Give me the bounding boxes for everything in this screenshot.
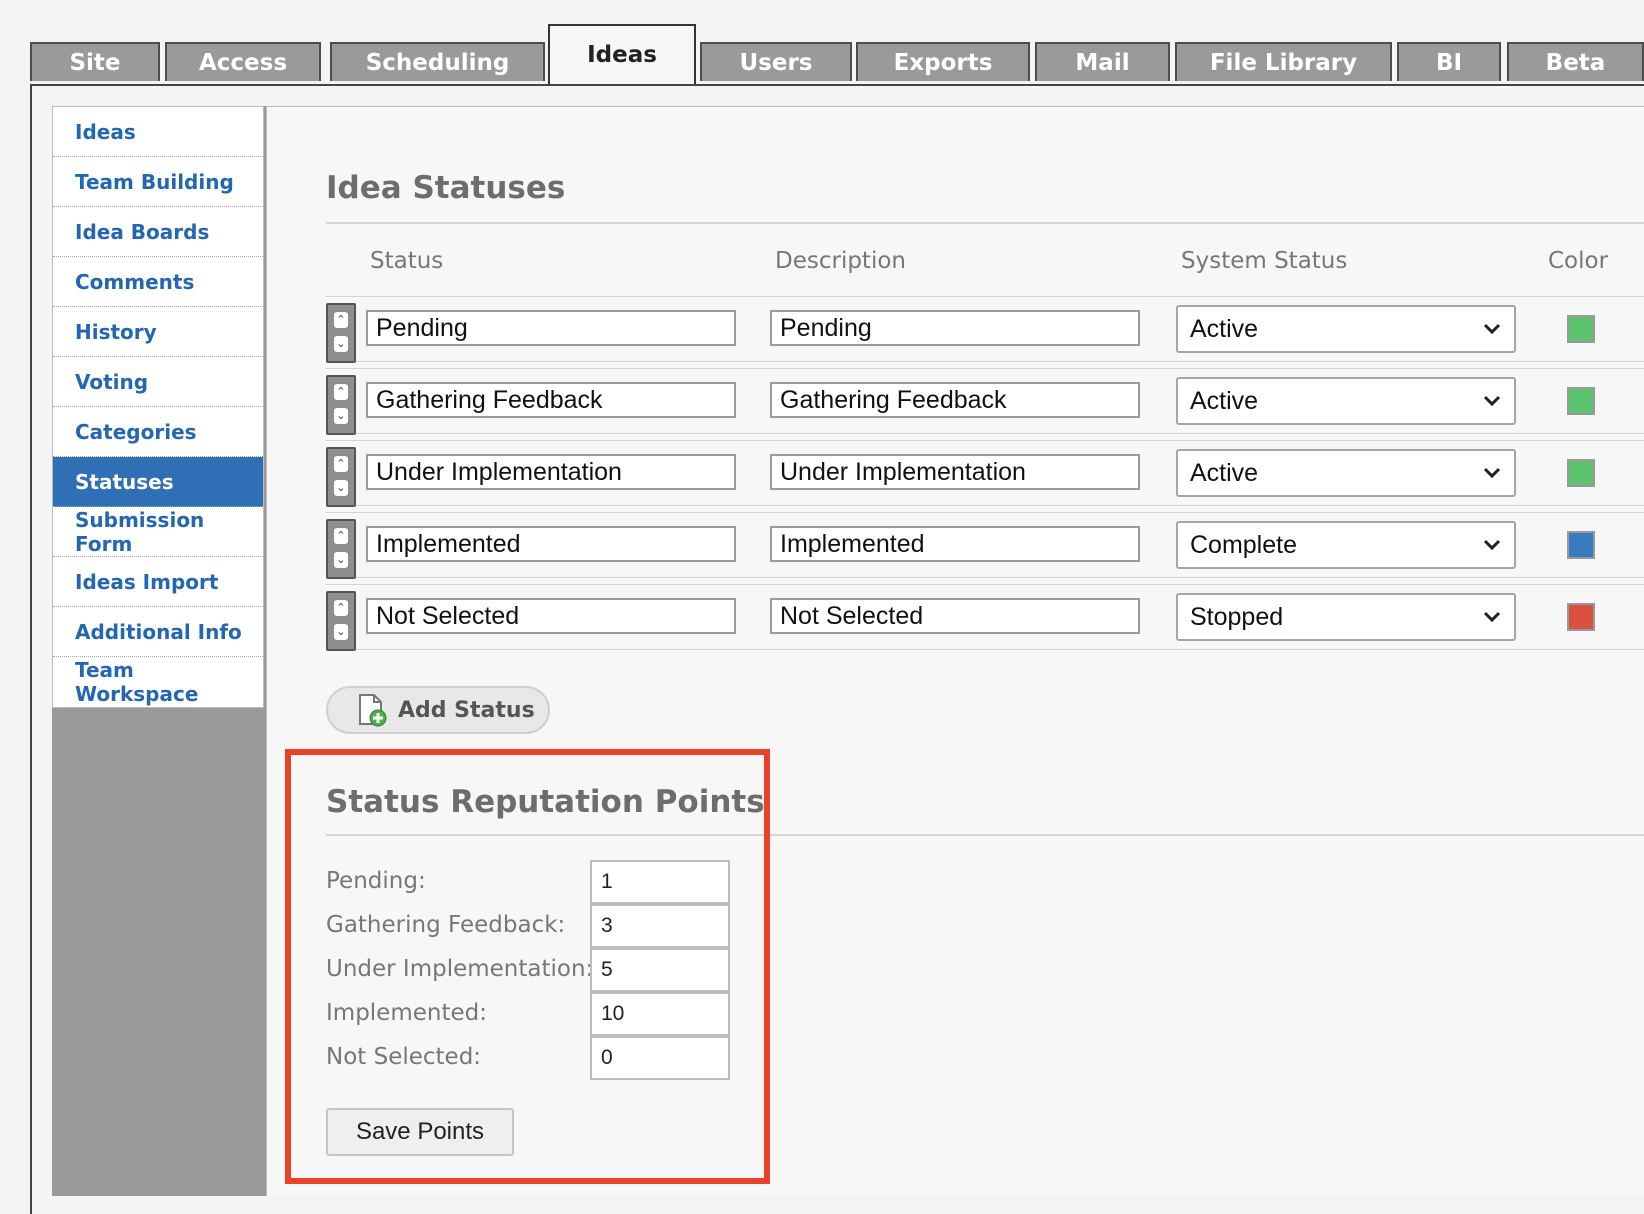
add-status-button[interactable]: Add Status <box>326 686 550 734</box>
move-down-icon[interactable]: ⌄ <box>334 408 348 424</box>
color-swatch[interactable] <box>1567 603 1595 631</box>
sidebar-item-ideas-import[interactable]: Ideas Import <box>53 557 263 607</box>
status-row: ⌃ ⌄ Under Implementation Under Implementa… <box>326 440 1644 507</box>
tab-site[interactable]: Site <box>30 42 160 81</box>
system-status-select[interactable]: Active <box>1176 449 1516 497</box>
status-row: ⌃ ⌄ Pending Pending Active <box>326 296 1644 363</box>
sidebar-item-comments[interactable]: Comments <box>53 257 263 307</box>
move-down-icon[interactable]: ⌄ <box>334 480 348 496</box>
move-up-icon[interactable]: ⌃ <box>334 528 348 544</box>
chevron-down-icon <box>1483 611 1501 623</box>
tab-scheduling[interactable]: Scheduling <box>330 42 545 81</box>
status-name-input[interactable]: Under Implementation <box>366 454 736 490</box>
tab-bi[interactable]: BI <box>1397 42 1501 81</box>
drag-handle[interactable]: ⌃ ⌄ <box>326 375 356 435</box>
system-status-value: Active <box>1190 315 1259 343</box>
highlight-box <box>285 749 770 1184</box>
drag-handle[interactable]: ⌃ ⌄ <box>326 591 356 651</box>
sidebar-item-categories[interactable]: Categories <box>53 407 263 457</box>
move-down-icon[interactable]: ⌄ <box>334 624 348 640</box>
status-name-input[interactable]: Not Selected <box>366 598 736 634</box>
tab-access[interactable]: Access <box>165 42 321 81</box>
sidebar-item-history[interactable]: History <box>53 307 263 357</box>
system-status-value: Complete <box>1190 531 1297 559</box>
tab-users[interactable]: Users <box>700 42 852 81</box>
color-swatch[interactable] <box>1567 459 1595 487</box>
move-up-icon[interactable]: ⌃ <box>334 384 348 400</box>
color-swatch[interactable] <box>1567 387 1595 415</box>
sidebar-item-ideas[interactable]: Ideas <box>53 107 263 157</box>
sidebar-item-additional-info[interactable]: Additional Info <box>53 607 263 657</box>
system-status-select[interactable]: Active <box>1176 305 1516 353</box>
move-down-icon[interactable]: ⌄ <box>334 552 348 568</box>
column-header-status: Status <box>370 248 444 274</box>
move-up-icon[interactable]: ⌃ <box>334 456 348 472</box>
status-row: ⌃ ⌄ Gathering Feedback Gathering Feedback… <box>326 368 1644 435</box>
column-header-description: Description <box>775 248 906 274</box>
chevron-down-icon <box>1483 323 1501 335</box>
drag-handle[interactable]: ⌃ ⌄ <box>326 519 356 579</box>
drag-handle[interactable]: ⌃ ⌄ <box>326 303 356 363</box>
chevron-down-icon <box>1483 539 1501 551</box>
status-name-input[interactable]: Gathering Feedback <box>366 382 736 418</box>
system-status-select[interactable]: Active <box>1176 377 1516 425</box>
sidebar-item-idea-boards[interactable]: Idea Boards <box>53 207 263 257</box>
system-status-select[interactable]: Stopped <box>1176 593 1516 641</box>
section-divider <box>326 222 1644 224</box>
top-tab-bar: Site Access Scheduling Ideas Users Expor… <box>0 0 1644 84</box>
status-description-input[interactable]: Gathering Feedback <box>770 382 1140 418</box>
move-up-icon[interactable]: ⌃ <box>334 600 348 616</box>
sidebar-item-team-workspace[interactable]: Team Workspace <box>53 657 263 707</box>
color-swatch[interactable] <box>1567 315 1595 343</box>
chevron-down-icon <box>1483 395 1501 407</box>
system-status-select[interactable]: Complete <box>1176 521 1516 569</box>
status-description-input[interactable]: Not Selected <box>770 598 1140 634</box>
tab-exports[interactable]: Exports <box>856 42 1030 81</box>
sidebar-item-team-building[interactable]: Team Building <box>53 157 263 207</box>
status-row: ⌃ ⌄ Not Selected Not Selected Stopped <box>326 584 1644 651</box>
add-document-icon <box>359 694 387 727</box>
sidebar-item-submission-form[interactable]: Submission Form <box>53 507 263 557</box>
section-title-idea-statuses: Idea Statuses <box>326 170 566 206</box>
sidebar-menu: Ideas Team Building Idea Boards Comments… <box>52 106 264 708</box>
column-header-color: Color <box>1548 248 1609 274</box>
drag-handle[interactable]: ⌃ ⌄ <box>326 447 356 507</box>
sidebar-item-voting[interactable]: Voting <box>53 357 263 407</box>
status-row: ⌃ ⌄ Implemented Implemented Complete <box>326 512 1644 579</box>
status-name-input[interactable]: Pending <box>366 310 736 346</box>
status-name-input[interactable]: Implemented <box>366 526 736 562</box>
column-header-system-status: System Status <box>1181 248 1348 274</box>
system-status-value: Active <box>1190 459 1259 487</box>
status-description-input[interactable]: Under Implementation <box>770 454 1140 490</box>
add-status-label: Add Status <box>398 697 535 723</box>
chevron-down-icon <box>1483 467 1501 479</box>
system-status-value: Stopped <box>1190 603 1284 631</box>
move-down-icon[interactable]: ⌄ <box>334 336 348 352</box>
move-up-icon[interactable]: ⌃ <box>334 312 348 328</box>
tab-file-library[interactable]: File Library <box>1175 42 1392 81</box>
status-description-input[interactable]: Implemented <box>770 526 1140 562</box>
tab-mail[interactable]: Mail <box>1035 42 1170 81</box>
system-status-value: Active <box>1190 387 1259 415</box>
color-swatch[interactable] <box>1567 531 1595 559</box>
tab-ideas[interactable]: Ideas <box>548 24 696 84</box>
status-description-input[interactable]: Pending <box>770 310 1140 346</box>
tab-beta[interactable]: Beta <box>1507 42 1644 81</box>
sidebar-item-statuses[interactable]: Statuses <box>53 457 263 507</box>
